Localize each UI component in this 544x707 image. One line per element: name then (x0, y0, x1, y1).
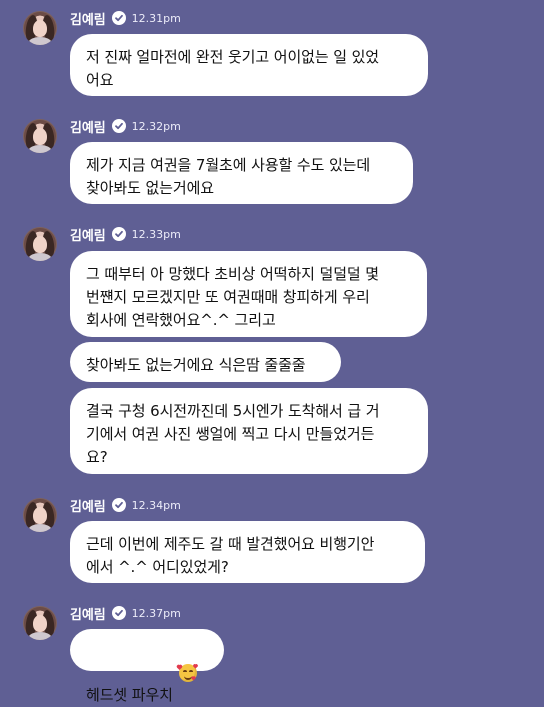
chat-bubble: 근데 이번에 제주도 갈 때 발견했어요 비행기안 에서 ^.^ 어디있었게? (70, 521, 425, 583)
sender-name: 김예림 (70, 499, 106, 515)
avatar[interactable] (23, 498, 57, 532)
message-meta: 김예림 12.33pm (70, 224, 181, 244)
timestamp: 12.34pm (131, 498, 181, 512)
chat-bubble: 찾아봐도 없는거에요 식은땀 줄줄줄 (70, 342, 341, 382)
chat-bubble: 제가 지금 여권을 7월초에 사용할 수도 있는데 찾아봐도 없는거에요 (70, 142, 413, 204)
chat-thread: 김예림 12.31pm 저 진짜 얼마전에 완전 웃기고 어이없는 일 있었 어… (0, 0, 544, 704)
timestamp: 12.37pm (131, 606, 181, 620)
message-meta: 김예림 12.31pm (70, 8, 181, 28)
verified-icon (111, 606, 126, 620)
message-meta: 김예림 12.32pm (70, 116, 181, 136)
sender-name: 김예림 (70, 120, 106, 136)
chat-bubble: 헤드셋 파우치 (70, 629, 224, 704)
timestamp: 12.31pm (131, 11, 181, 25)
message-meta: 김예림 12.37pm (70, 603, 181, 623)
avatar[interactable] (23, 11, 57, 45)
chat-bubble: 결국 구청 6시전까진데 5시엔가 도착해서 급 거 기에서 여권 사진 쌩얼에… (70, 388, 428, 474)
avatar[interactable] (23, 606, 57, 640)
avatar[interactable] (23, 119, 57, 153)
verified-icon (111, 119, 126, 133)
sender-name: 김예림 (70, 12, 106, 28)
avatar[interactable] (23, 227, 57, 261)
message-text: 헤드셋 파우치 (86, 686, 173, 704)
verified-icon (111, 227, 126, 241)
message-meta: 김예림 12.34pm (70, 495, 181, 515)
sender-name: 김예림 (70, 228, 106, 244)
smiling-face-with-hearts-icon (176, 664, 198, 682)
timestamp: 12.33pm (131, 227, 181, 241)
timestamp: 12.32pm (131, 119, 181, 133)
chat-bubble: 저 진짜 얼마전에 완전 웃기고 어이없는 일 있었 어요 (70, 34, 428, 96)
verified-icon (111, 11, 126, 25)
chat-bubble: 그 때부터 아 망했다 초비상 어떡하지 덜덜덜 몇 번쨴지 모르겠지만 또 여… (70, 251, 427, 337)
sender-name: 김예림 (70, 607, 106, 623)
verified-icon (111, 498, 126, 512)
